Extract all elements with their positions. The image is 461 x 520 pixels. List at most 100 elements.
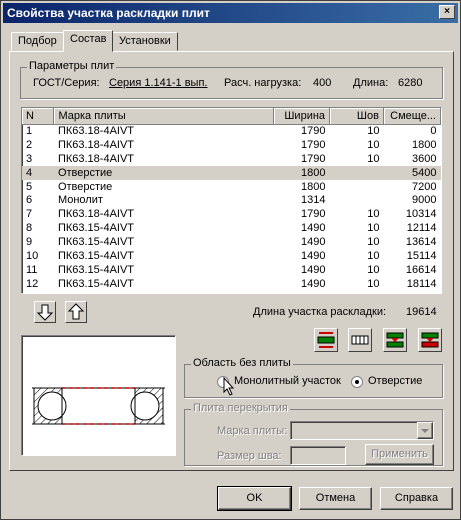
tab-label: Установки xyxy=(119,35,171,47)
cell-mark: ПК63.15-4AIVT xyxy=(57,236,135,249)
apply-button[interactable]: Применить xyxy=(365,444,434,465)
col-header-width[interactable]: Ширина xyxy=(273,108,331,125)
slab-mark-label: Марка плиты: xyxy=(217,425,288,437)
insert-below-icon xyxy=(421,332,439,348)
slab-table[interactable]: N Марка плиты Ширина Шов Смеще... 1 ПК63.… xyxy=(21,107,442,294)
swap-slab-button[interactable] xyxy=(314,328,338,352)
table-row[interactable]: 11 ПК63.15-4AIVT 1490 10 16614 xyxy=(22,263,441,277)
cell-n: 9 xyxy=(26,236,33,249)
table-row[interactable]: 5 Отверстие 1800 7200 xyxy=(22,180,441,194)
seam-size-label: Размер шва: xyxy=(217,450,282,462)
tab-podbor[interactable]: Подбор xyxy=(11,32,64,51)
cancel-button[interactable]: Отмена xyxy=(299,487,372,510)
table-header-row: N Марка плиты Ширина Шов Смеще... xyxy=(22,108,442,125)
col-header-n[interactable]: N xyxy=(22,108,55,125)
cell-mark: ПК63.15-4AIVT xyxy=(57,249,135,262)
title-bar: Свойства участка раскладки плит × xyxy=(3,3,458,23)
slab-legend: Плита перекрытия xyxy=(191,402,290,414)
cell-width: 1800 xyxy=(273,165,330,180)
col-header-offset[interactable]: Смеще... xyxy=(383,108,442,125)
cell-width: 1314 xyxy=(301,194,326,207)
table-row[interactable]: 4 Отверстие 1800 5400 xyxy=(22,165,441,180)
col-header-mark[interactable]: Марка плиты xyxy=(53,108,275,125)
arrow-up-icon xyxy=(67,303,85,320)
cell-mark: ПК63.15-4AIVT xyxy=(57,222,135,235)
move-up-button[interactable] xyxy=(65,301,87,323)
cell-seam: 10 xyxy=(367,236,380,249)
table-row[interactable]: 9 ПК63.15-4AIVT 1490 10 13614 xyxy=(22,235,441,249)
move-down-button[interactable] xyxy=(34,301,56,323)
cell-offset: 7200 xyxy=(412,180,437,193)
tab-ustanovki[interactable]: Установки xyxy=(112,32,178,51)
slab-mark-select[interactable] xyxy=(290,421,434,440)
tab-label: Подбор xyxy=(18,35,57,47)
cell-width: 1490 xyxy=(301,249,326,262)
cell-seam: 10 xyxy=(367,125,380,138)
cell-mark: ПК63.15-4AIVT xyxy=(57,263,135,276)
dropdown-button[interactable] xyxy=(417,422,433,439)
cell-seam xyxy=(330,180,384,194)
slab-section-drawing xyxy=(32,387,165,425)
close-button[interactable]: × xyxy=(439,5,455,19)
table-row[interactable]: 1 ПК63.18-4AIVT 1790 10 0 xyxy=(22,124,441,138)
cell-n: 8 xyxy=(26,222,33,235)
layout-length-label: Длина участка раскладки: xyxy=(253,306,387,318)
cell-mark: ПК63.18-4AIVT xyxy=(57,125,135,138)
table-row[interactable]: 3 ПК63.18-4AIVT 1790 10 3600 xyxy=(22,152,441,166)
cell-n: 10 xyxy=(26,249,39,262)
cell-mark: ПК63.18-4AIVT xyxy=(57,138,135,151)
cell-width: 1800 xyxy=(301,180,326,193)
cell-n: 3 xyxy=(26,152,33,165)
tab-label: Состав xyxy=(70,33,107,45)
grid-slab-icon xyxy=(351,335,369,345)
opening-radio[interactable] xyxy=(351,376,363,388)
insert-above-icon xyxy=(386,332,404,348)
insert-above-button[interactable] xyxy=(383,328,407,352)
window-title: Свойства участка раскладки плит xyxy=(7,6,210,20)
cell-offset: 0 xyxy=(430,125,437,138)
cell-mark: ПК63.15-4AIVT xyxy=(57,277,135,290)
mouse-cursor-icon xyxy=(223,377,235,396)
table-row[interactable]: 7 ПК63.18-4AIVT 1790 10 10314 xyxy=(22,207,441,221)
cell-seam: 10 xyxy=(367,263,380,276)
length-label: Длина: xyxy=(353,77,389,89)
insert-below-button[interactable] xyxy=(418,328,442,352)
ok-button[interactable]: OK xyxy=(217,486,292,511)
cell-n: 12 xyxy=(26,277,39,290)
cell-width: 1490 xyxy=(301,222,326,235)
cell-n: 5 xyxy=(26,180,33,193)
grid-slab-button[interactable] xyxy=(348,328,372,352)
cell-seam: 10 xyxy=(367,208,380,221)
cell-n: 4 xyxy=(22,165,54,180)
swap-slab-icon xyxy=(317,332,335,348)
cell-offset: 15114 xyxy=(406,249,437,262)
cell-n: 2 xyxy=(26,138,33,151)
cell-mark: ПК63.18-4AIVT xyxy=(57,152,135,165)
tab-sostav[interactable]: Состав xyxy=(63,30,114,52)
cell-seam: 10 xyxy=(367,152,380,165)
help-button[interactable]: Справка xyxy=(380,487,453,510)
layout-length-value: 19614 xyxy=(406,306,437,318)
cell-mark: Отверстие xyxy=(53,165,274,180)
arrow-down-icon xyxy=(36,304,54,321)
cell-offset: 9000 xyxy=(412,194,437,207)
cell-offset: 18114 xyxy=(406,277,437,290)
seam-size-input[interactable] xyxy=(290,446,346,465)
cell-width: 1790 xyxy=(301,152,326,165)
cell-width: 1490 xyxy=(301,263,326,276)
cell-width: 1490 xyxy=(301,277,326,290)
table-row[interactable]: 8 ПК63.15-4AIVT 1490 10 12114 xyxy=(22,221,441,235)
table-row[interactable]: 12 ПК63.15-4AIVT 1490 10 18114 xyxy=(22,277,441,291)
monolith-label[interactable]: Монолитный участок xyxy=(234,375,341,387)
col-header-seam[interactable]: Шов xyxy=(329,108,384,125)
table-row[interactable]: 2 ПК63.18-4AIVT 1790 10 1800 xyxy=(22,138,441,152)
table-row[interactable]: 6 Монолит 1314 9000 xyxy=(22,193,441,207)
cell-offset: 10314 xyxy=(405,208,437,221)
cell-n: 1 xyxy=(26,125,33,138)
table-row[interactable]: 10 ПК63.15-4AIVT 1490 10 15114 xyxy=(22,249,441,263)
slab-preview xyxy=(21,335,176,456)
cell-offset: 5400 xyxy=(383,165,441,180)
cell-seam xyxy=(330,193,384,207)
opening-label[interactable]: Отверстие xyxy=(368,375,422,387)
gost-label: ГОСТ/Серия: xyxy=(33,77,100,89)
